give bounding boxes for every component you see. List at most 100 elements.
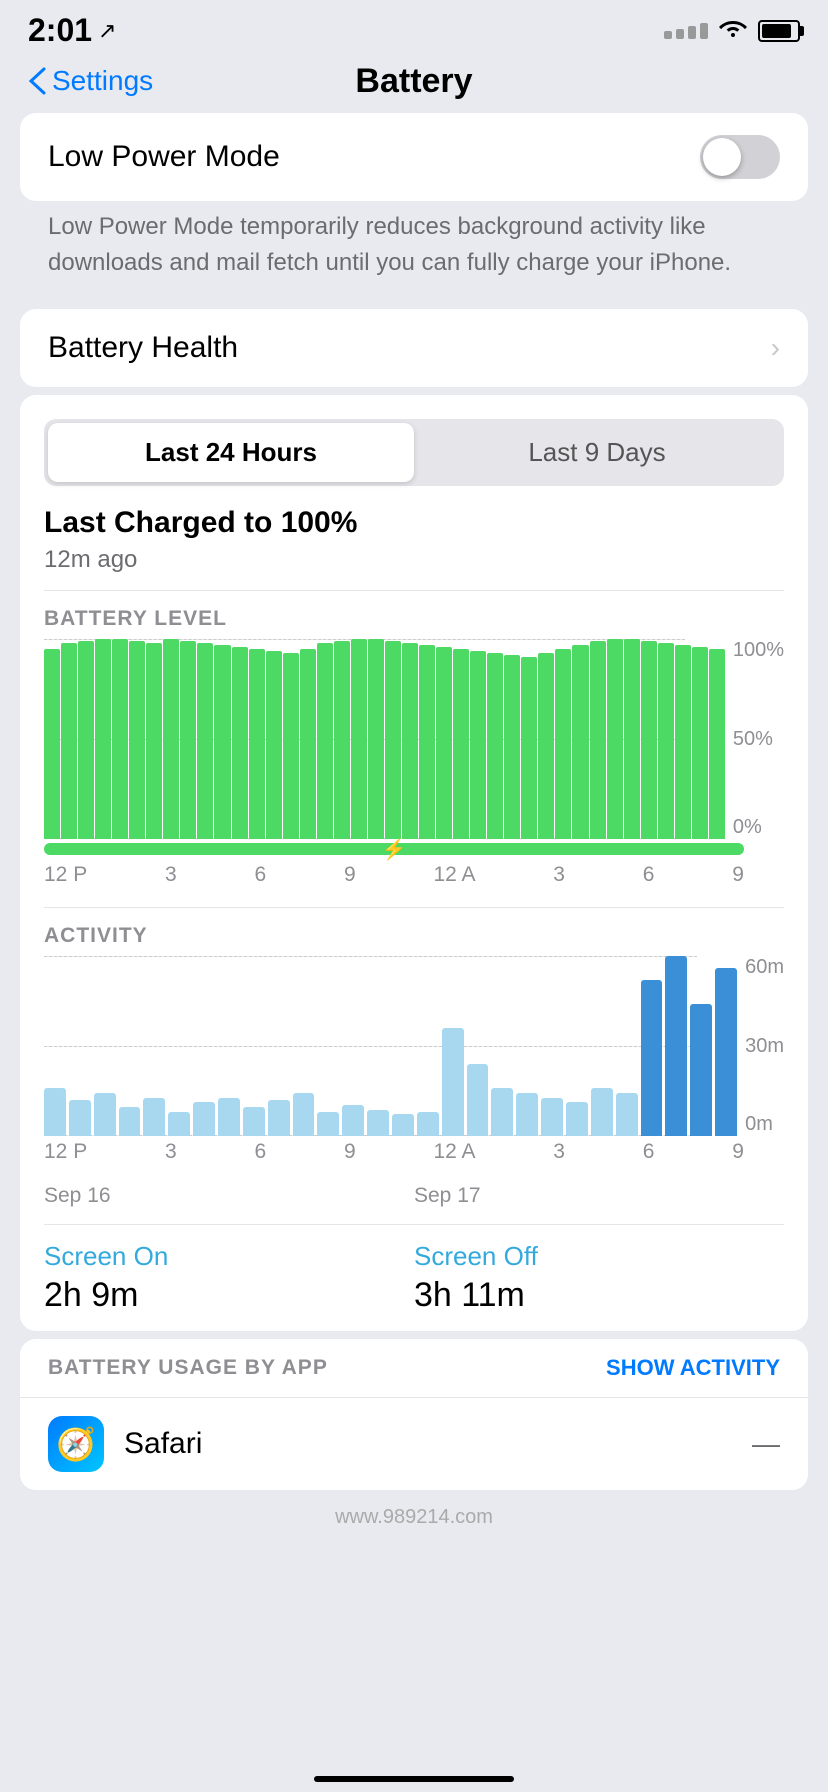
battery-usage-card: BATTERY USAGE BY APP SHOW ACTIVITY 🧭 Saf…	[20, 1339, 808, 1490]
activity-bar	[168, 1112, 190, 1136]
battery-icon	[758, 20, 800, 42]
battery-bar	[658, 643, 674, 839]
activity-bar	[317, 1112, 339, 1136]
show-activity-button[interactable]: SHOW ACTIVITY	[606, 1355, 780, 1381]
segment-24hours[interactable]: Last 24 Hours	[48, 423, 414, 482]
battery-bar	[487, 653, 503, 839]
activity-bar	[44, 1088, 66, 1136]
home-indicator	[314, 1776, 514, 1782]
activity-bar	[119, 1107, 141, 1136]
activity-bar	[491, 1088, 513, 1136]
battery-bar	[61, 643, 77, 839]
battery-bar	[283, 653, 299, 839]
battery-health-label: Battery Health	[48, 331, 238, 365]
nav-bar: Settings Battery	[0, 55, 828, 113]
activity-bar	[690, 1004, 712, 1136]
toggle-knob	[703, 138, 741, 176]
battery-y-labels: 100% 50% 0%	[725, 639, 784, 839]
charging-line: ⚡	[44, 843, 744, 855]
chevron-right-icon: ›	[771, 332, 780, 364]
battery-bar	[419, 645, 435, 839]
activity-bar	[392, 1114, 414, 1136]
battery-bars	[44, 639, 725, 839]
battery-bar	[163, 639, 179, 839]
activity-bar	[566, 1102, 588, 1136]
battery-x-labels: 12 P 3 6 9 12 A 3 6 9	[44, 859, 784, 887]
status-bar: 2:01 ↗	[0, 0, 828, 55]
activity-bar	[616, 1093, 638, 1136]
screen-on-stat: Screen On 2h 9m	[44, 1241, 414, 1315]
battery-bar	[470, 651, 486, 839]
activity-bar	[94, 1093, 116, 1136]
last-charged-title: Last Charged to 100%	[44, 506, 784, 540]
low-power-mode-row[interactable]: Low Power Mode	[20, 113, 808, 201]
battery-bar	[624, 639, 640, 839]
battery-bar	[300, 649, 316, 839]
battery-bar	[214, 645, 230, 839]
activity-bar	[516, 1093, 538, 1136]
divider3	[44, 1224, 784, 1225]
date-right: Sep 17	[414, 1184, 784, 1208]
battery-bar	[180, 641, 196, 839]
activity-bar	[665, 956, 687, 1136]
battery-bar	[692, 647, 708, 839]
battery-bar	[675, 645, 691, 839]
activity-bar	[193, 1102, 215, 1136]
battery-bar	[436, 647, 452, 839]
battery-health-row[interactable]: Battery Health ›	[20, 309, 808, 387]
safari-percent: —	[752, 1428, 780, 1460]
back-label: Settings	[52, 65, 153, 97]
battery-bar	[538, 653, 554, 839]
activity-bars	[44, 956, 737, 1136]
battery-bar	[504, 655, 520, 839]
screen-on-label: Screen On	[44, 1241, 414, 1272]
divider2	[44, 907, 784, 908]
page-title: Battery	[355, 62, 472, 101]
watermark: www.989214.com	[0, 1490, 828, 1545]
battery-bar	[146, 643, 162, 839]
battery-bar	[95, 639, 111, 839]
activity-bar	[243, 1107, 265, 1136]
signal-icon	[664, 23, 708, 39]
activity-bar	[268, 1100, 290, 1136]
battery-bar	[129, 641, 145, 839]
battery-bar	[112, 639, 128, 839]
safari-label: Safari	[124, 1427, 752, 1461]
battery-usage-section: BATTERY USAGE BY APP SHOW ACTIVITY 🧭 Saf…	[20, 1339, 808, 1490]
time-segment-control[interactable]: Last 24 Hours Last 9 Days	[44, 419, 784, 486]
battery-usage-label: BATTERY USAGE BY APP	[48, 1356, 328, 1380]
activity-bar	[69, 1100, 91, 1136]
segment-9days[interactable]: Last 9 Days	[414, 423, 780, 482]
battery-bar	[555, 649, 571, 839]
screen-stats: Screen On 2h 9m Screen Off 3h 11m	[44, 1241, 784, 1315]
status-icons	[664, 15, 800, 46]
activity-bar	[641, 980, 663, 1136]
wifi-icon	[718, 15, 748, 46]
bolt-icon: ⚡	[382, 837, 407, 862]
battery-bar	[249, 649, 265, 839]
battery-bar	[197, 643, 213, 839]
activity-bar	[442, 1028, 464, 1136]
battery-bar	[607, 639, 623, 839]
activity-bar	[143, 1098, 165, 1136]
battery-health-card[interactable]: Battery Health ›	[20, 309, 808, 387]
back-button[interactable]: Settings	[28, 65, 153, 97]
last-charged-sub: 12m ago	[44, 546, 784, 574]
low-power-mode-toggle[interactable]	[700, 135, 780, 179]
battery-bar	[351, 639, 367, 839]
activity-bar	[715, 968, 737, 1136]
location-icon: ↗	[98, 18, 116, 44]
screen-off-label: Screen Off	[414, 1241, 784, 1272]
activity-bar	[541, 1098, 563, 1136]
divider	[44, 590, 784, 591]
activity-y-labels: 60m 30m 0m	[737, 956, 784, 1136]
activity-bar	[367, 1110, 389, 1136]
activity-bar	[417, 1112, 439, 1136]
battery-bar	[641, 641, 657, 839]
battery-level-label: BATTERY LEVEL	[44, 607, 784, 631]
safari-icon: 🧭	[48, 1416, 104, 1472]
status-time: 2:01	[28, 12, 92, 49]
safari-app-row[interactable]: 🧭 Safari —	[20, 1397, 808, 1490]
activity-bar	[342, 1105, 364, 1136]
battery-bar	[521, 657, 537, 839]
